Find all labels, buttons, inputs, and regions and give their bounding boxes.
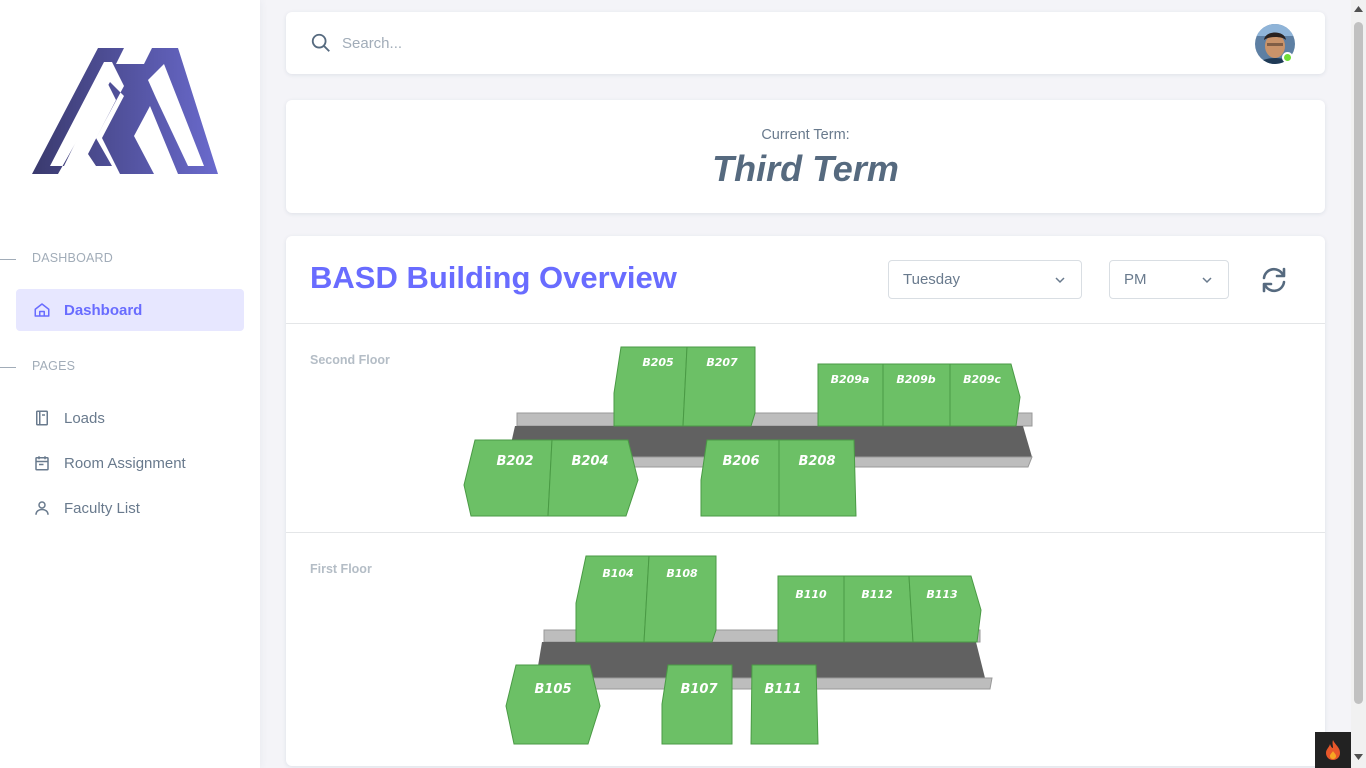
room-label: B104 — [602, 567, 633, 580]
book-icon — [32, 408, 52, 428]
room-label: B111 — [764, 682, 801, 697]
room-B202[interactable]: B202 — [463, 439, 553, 517]
sidebar-item-loads[interactable]: Loads — [16, 397, 244, 439]
room-B206[interactable]: B206 — [700, 439, 780, 517]
room-B112[interactable]: B112 — [843, 575, 914, 643]
room-B208[interactable]: B208 — [778, 439, 857, 517]
first-floor-map: B104 B108 B110 B112 B113 B105 B107 B111 — [505, 555, 993, 745]
room-B205[interactable]: B205 — [613, 346, 688, 427]
menu-header-label: PAGES — [32, 359, 76, 373]
room-B110[interactable]: B110 — [777, 575, 845, 643]
calendar-icon — [32, 453, 52, 473]
period-select-value: PM — [1124, 271, 1147, 288]
debug-toolbar-badge[interactable] — [1315, 732, 1351, 768]
room-label: B105 — [534, 682, 571, 697]
room-label: B205 — [642, 356, 674, 369]
room-B207[interactable]: B207 — [682, 346, 756, 427]
sidebar: DASHBOARD Dashboard PAGES Loads Room Ass… — [0, 0, 260, 768]
room-label: B206 — [722, 454, 759, 469]
room-label: B208 — [798, 454, 835, 469]
room-label: B113 — [926, 588, 958, 601]
period-select[interactable]: PM — [1109, 260, 1229, 299]
refresh-icon[interactable] — [1258, 264, 1290, 296]
room-B209b[interactable]: B209b — [882, 363, 951, 427]
room-label: B209a — [831, 373, 870, 386]
room-label: B112 — [861, 588, 893, 601]
room-B209c[interactable]: B209c — [949, 363, 1021, 427]
scrollbar-thumb[interactable] — [1354, 22, 1363, 704]
building-overview-card: BASD Building Overview Tuesday PM Second… — [286, 236, 1325, 766]
day-select[interactable]: Tuesday — [888, 260, 1082, 299]
scroll-up-arrow-icon[interactable] — [1353, 4, 1364, 14]
search-input[interactable] — [342, 28, 642, 58]
menu-header-dashboard: DASHBOARD — [0, 250, 260, 270]
room-B113[interactable]: B113 — [908, 575, 982, 643]
user-icon — [32, 498, 52, 518]
scroll-down-arrow-icon[interactable] — [1353, 752, 1364, 762]
room-B107[interactable]: B107 — [661, 664, 733, 745]
room-B105[interactable]: B105 — [505, 664, 601, 745]
room-label: B110 — [795, 588, 827, 601]
sidebar-item-label: Faculty List — [64, 499, 140, 517]
search-icon — [311, 33, 330, 52]
sidebar-item-label: Loads — [64, 409, 105, 427]
current-term-card: Current Term: Third Term — [286, 100, 1325, 213]
online-status-indicator — [1282, 52, 1293, 63]
room-label: B202 — [496, 454, 533, 469]
room-B204[interactable]: B204 — [547, 439, 639, 517]
term-value: Third Term — [712, 148, 899, 189]
room-label: B209b — [896, 373, 935, 386]
section-divider — [286, 323, 1325, 324]
sidebar-item-faculty-list[interactable]: Faculty List — [16, 487, 244, 529]
room-label: B204 — [571, 454, 608, 469]
second-floor-map: B205 B207 B209a B209b B209c B202 B204 B2… — [463, 346, 1033, 517]
flame-icon — [1326, 740, 1340, 760]
term-label: Current Term: — [761, 127, 850, 143]
sidebar-item-label: Dashboard — [64, 301, 143, 319]
room-B209a[interactable]: B209a — [817, 363, 884, 427]
chevron-down-icon — [1202, 277, 1212, 284]
overview-title: BASD Building Overview — [310, 260, 677, 295]
room-label: B209c — [963, 373, 1001, 386]
app-logo[interactable] — [28, 40, 224, 188]
sidebar-item-label: Room Assignment — [64, 454, 186, 472]
sidebar-item-dashboard[interactable]: Dashboard — [16, 289, 244, 331]
room-B104[interactable]: B104 — [575, 555, 650, 643]
top-navbar — [286, 12, 1325, 74]
menu-header-label: DASHBOARD — [32, 251, 113, 265]
chevron-down-icon — [1055, 277, 1065, 284]
sidebar-item-room-assignment[interactable]: Room Assignment — [16, 442, 244, 484]
menu-header-pages: PAGES — [0, 358, 260, 378]
room-B108[interactable]: B108 — [643, 555, 717, 643]
home-icon — [32, 300, 52, 320]
section-divider — [286, 532, 1325, 533]
room-B111[interactable]: B111 — [750, 664, 819, 745]
room-label: B107 — [680, 682, 718, 697]
room-label: B108 — [666, 567, 698, 580]
day-select-value: Tuesday — [903, 271, 960, 288]
room-label: B207 — [706, 356, 738, 369]
